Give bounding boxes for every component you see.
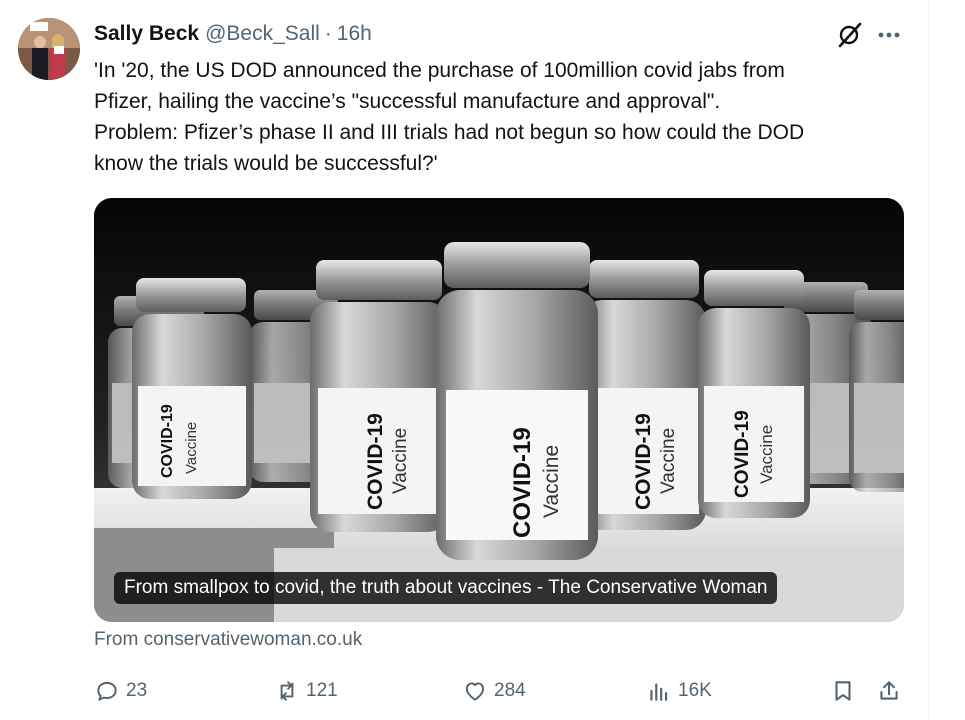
repost-arrows-icon: [280, 681, 294, 701]
vial-sublabel: Vaccine: [658, 428, 679, 494]
vial-sublabel: Vaccine: [757, 425, 776, 484]
vaccine-vials-image: COVID-19 COVID-19 COVID-19 COVID-19 COVI…: [94, 198, 904, 622]
vial-sublabel: Vaccine: [390, 428, 411, 494]
share-upload-icon: [880, 681, 898, 700]
grok-slash-circle-icon[interactable]: [834, 20, 864, 50]
more-dots-icon[interactable]: [872, 20, 906, 50]
vial-sublabel: Vaccine: [183, 422, 200, 474]
tweet-header: Sally Beck @Beck_Sall · 16h: [94, 19, 372, 49]
repost-button[interactable]: 121: [274, 674, 338, 708]
link-card[interactable]: COVID-19 COVID-19 COVID-19 COVID-19 COVI…: [94, 198, 904, 622]
link-card-title: From smallpox to covid, the truth about …: [114, 572, 778, 604]
reply-button[interactable]: 23: [94, 674, 147, 708]
link-card-source[interactable]: From conservativewoman.co.uk: [94, 629, 362, 651]
like-button[interactable]: 284: [462, 674, 526, 708]
author-name[interactable]: Sally Beck: [94, 22, 199, 46]
bookmark-button[interactable]: [830, 674, 862, 708]
views-button[interactable]: 16K: [646, 674, 712, 708]
heart-icon: [465, 682, 485, 701]
tweet-timestamp[interactable]: 16h: [337, 22, 372, 46]
tweet-text: 'In '20, the US DOD announced the purcha…: [94, 59, 805, 175]
header-separator: ·: [324, 22, 332, 45]
repost-count: 121: [306, 680, 338, 701]
timeline-divider: [928, 0, 929, 720]
vial-label: COVID-19: [364, 413, 387, 510]
tweet-actions: 23 121 284 16K: [94, 674, 914, 708]
vial-label: COVID-19: [509, 427, 536, 538]
reply-count: 23: [126, 680, 148, 701]
share-button[interactable]: [876, 674, 908, 708]
view-count: 16K: [678, 680, 712, 701]
vial-label: COVID-19: [732, 410, 753, 498]
vial-label: COVID-19: [159, 404, 176, 478]
avatar[interactable]: [18, 18, 80, 80]
vial-label: COVID-19: [632, 413, 655, 510]
bar-chart-icon: [650, 683, 668, 701]
author-handle[interactable]: @Beck_Sall: [205, 22, 320, 46]
vial-sublabel: Vaccine: [540, 445, 563, 518]
bookmark-icon: [835, 681, 851, 701]
speech-bubble-icon: [97, 681, 117, 701]
like-count: 284: [494, 680, 526, 701]
